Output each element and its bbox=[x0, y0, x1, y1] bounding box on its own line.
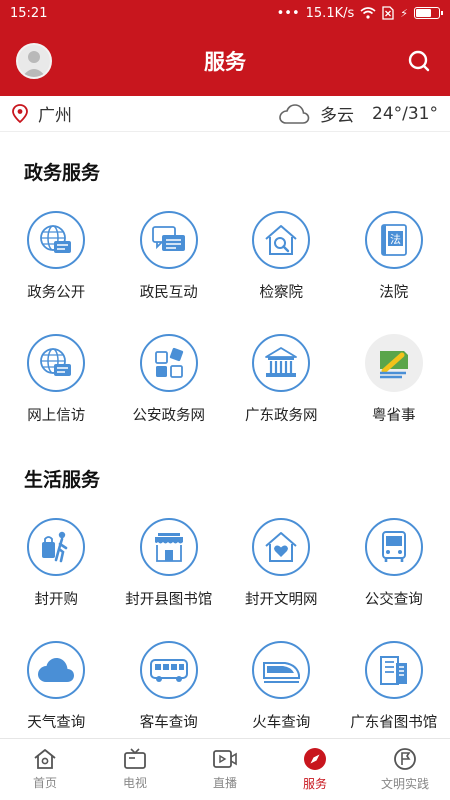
service-label: 政务公开 bbox=[27, 285, 86, 301]
cloud-icon bbox=[279, 103, 310, 124]
service-gd-gov[interactable]: 广东政务网 bbox=[225, 334, 338, 425]
service-online-petition[interactable]: 网上信访 bbox=[0, 334, 113, 425]
avatar[interactable] bbox=[16, 43, 52, 79]
flag-circle-icon bbox=[394, 748, 416, 770]
tab-civilization-practice[interactable]: 文明实践 bbox=[360, 739, 450, 800]
law-book-icon: 法 bbox=[380, 224, 407, 256]
app-header: 服务 bbox=[0, 26, 450, 96]
tab-label: 服务 bbox=[302, 777, 327, 791]
service-label: 公交查询 bbox=[364, 592, 423, 608]
city-name[interactable]: 广州 bbox=[38, 101, 72, 126]
weather-bar: 广州 多云 24°/31° bbox=[0, 96, 450, 132]
home-icon bbox=[34, 749, 56, 769]
service-court[interactable]: 法 法院 bbox=[338, 211, 450, 302]
house-heart-icon bbox=[265, 532, 297, 562]
service-gov-open[interactable]: 政务公开 bbox=[0, 211, 113, 302]
battery-icon bbox=[414, 7, 443, 19]
tab-label: 直播 bbox=[212, 776, 237, 790]
search-button[interactable] bbox=[404, 46, 434, 76]
no-sim-icon bbox=[382, 6, 394, 20]
service-label: 粤省事 bbox=[372, 408, 416, 424]
network-speed: 15.1K/s bbox=[305, 5, 355, 21]
service-police[interactable]: 公安政务网 bbox=[113, 334, 226, 425]
charging-icon: ⚡ bbox=[400, 6, 408, 20]
service-label: 网上信访 bbox=[27, 408, 86, 424]
service-label: 法院 bbox=[379, 285, 409, 301]
service-label: 客车查询 bbox=[139, 715, 198, 731]
search-icon bbox=[408, 50, 430, 72]
globe-chat-icon bbox=[40, 225, 72, 253]
service-label: 天气查询 bbox=[27, 715, 86, 731]
tab-service[interactable]: 服务 bbox=[270, 739, 360, 800]
user-avatar-icon bbox=[22, 51, 46, 77]
government-building-icon bbox=[265, 347, 298, 377]
status-bar: 15:21 ••• 15.1K/s ⚡ bbox=[0, 0, 450, 26]
section-title-life: 生活服务 bbox=[24, 469, 101, 491]
service-bus-query[interactable]: 公交查询 bbox=[338, 518, 450, 609]
page-title: 服务 bbox=[204, 50, 246, 74]
globe-chat-icon bbox=[40, 348, 72, 376]
service-gd-library[interactable]: 广东省图书馆 bbox=[338, 641, 450, 732]
service-label: 封开购 bbox=[34, 592, 79, 608]
service-label: 检察院 bbox=[259, 285, 304, 301]
status-time: 15:21 bbox=[10, 5, 48, 21]
weather-condition: 多云 bbox=[320, 106, 354, 126]
bottom-tab-bar: 首页 电视 直播 服务 文明实践 bbox=[0, 738, 450, 800]
blocks-icon bbox=[154, 347, 183, 378]
yueshengshi-logo bbox=[379, 351, 408, 379]
chat-bubbles-icon bbox=[151, 226, 185, 251]
service-weather-query[interactable]: 天气查询 bbox=[0, 641, 113, 732]
tab-label: 文明实践 bbox=[380, 777, 429, 791]
service-label: 政民互动 bbox=[139, 285, 198, 301]
temperature-range: 24°/31° bbox=[372, 103, 438, 124]
tab-tv[interactable]: 电视 bbox=[90, 739, 180, 800]
service-label: 封开文明网 bbox=[245, 592, 318, 608]
service-yueshengshi[interactable]: 粤省事 bbox=[338, 334, 450, 425]
live-video-icon bbox=[213, 750, 237, 768]
service-fengkai-shop[interactable]: 封开购 bbox=[0, 518, 113, 609]
storefront-icon bbox=[154, 533, 183, 562]
service-label: 火车查询 bbox=[252, 715, 311, 731]
cloud-icon bbox=[38, 658, 75, 682]
compass-icon bbox=[304, 748, 326, 770]
service-train-query[interactable]: 火车查询 bbox=[225, 641, 338, 732]
tab-label: 首页 bbox=[32, 776, 57, 790]
bus-front-icon bbox=[381, 531, 406, 562]
status-dots: ••• bbox=[276, 5, 300, 21]
train-icon bbox=[263, 662, 301, 683]
coach-icon bbox=[149, 659, 188, 682]
svg-text:法: 法 bbox=[390, 232, 401, 246]
service-coach-query[interactable]: 客车查询 bbox=[113, 641, 226, 732]
shopper-icon bbox=[42, 531, 68, 563]
service-procuratorate[interactable]: 检察院 bbox=[225, 211, 338, 302]
house-search-icon bbox=[265, 225, 297, 255]
tab-home[interactable]: 首页 bbox=[0, 739, 90, 800]
section-title-gov: 政务服务 bbox=[24, 162, 101, 184]
service-label: 广东政务网 bbox=[245, 408, 318, 424]
life-services-grid: 封开购 封开县图书馆 封开文明网 公交查询 天气查询 客车查询 火车查询 广东省… bbox=[0, 518, 450, 732]
wifi-icon bbox=[360, 7, 376, 19]
tab-live[interactable]: 直播 bbox=[180, 739, 270, 800]
service-fengkai-library[interactable]: 封开县图书馆 bbox=[113, 518, 226, 609]
service-fengkai-civilization[interactable]: 封开文明网 bbox=[225, 518, 338, 609]
service-gov-interaction[interactable]: 政民互动 bbox=[113, 211, 226, 302]
tv-icon bbox=[124, 748, 146, 769]
tab-label: 电视 bbox=[122, 776, 147, 790]
gov-services-grid: 政务公开 政民互动 检察院 法 法院 网上信访 公安政务网 广东政务网 粤省事 bbox=[0, 211, 450, 425]
service-label: 广东省图书馆 bbox=[350, 715, 438, 731]
library-building-icon bbox=[379, 656, 407, 685]
service-label: 封开县图书馆 bbox=[125, 592, 213, 608]
location-pin-icon bbox=[12, 103, 28, 123]
service-label: 公安政务网 bbox=[132, 408, 206, 424]
